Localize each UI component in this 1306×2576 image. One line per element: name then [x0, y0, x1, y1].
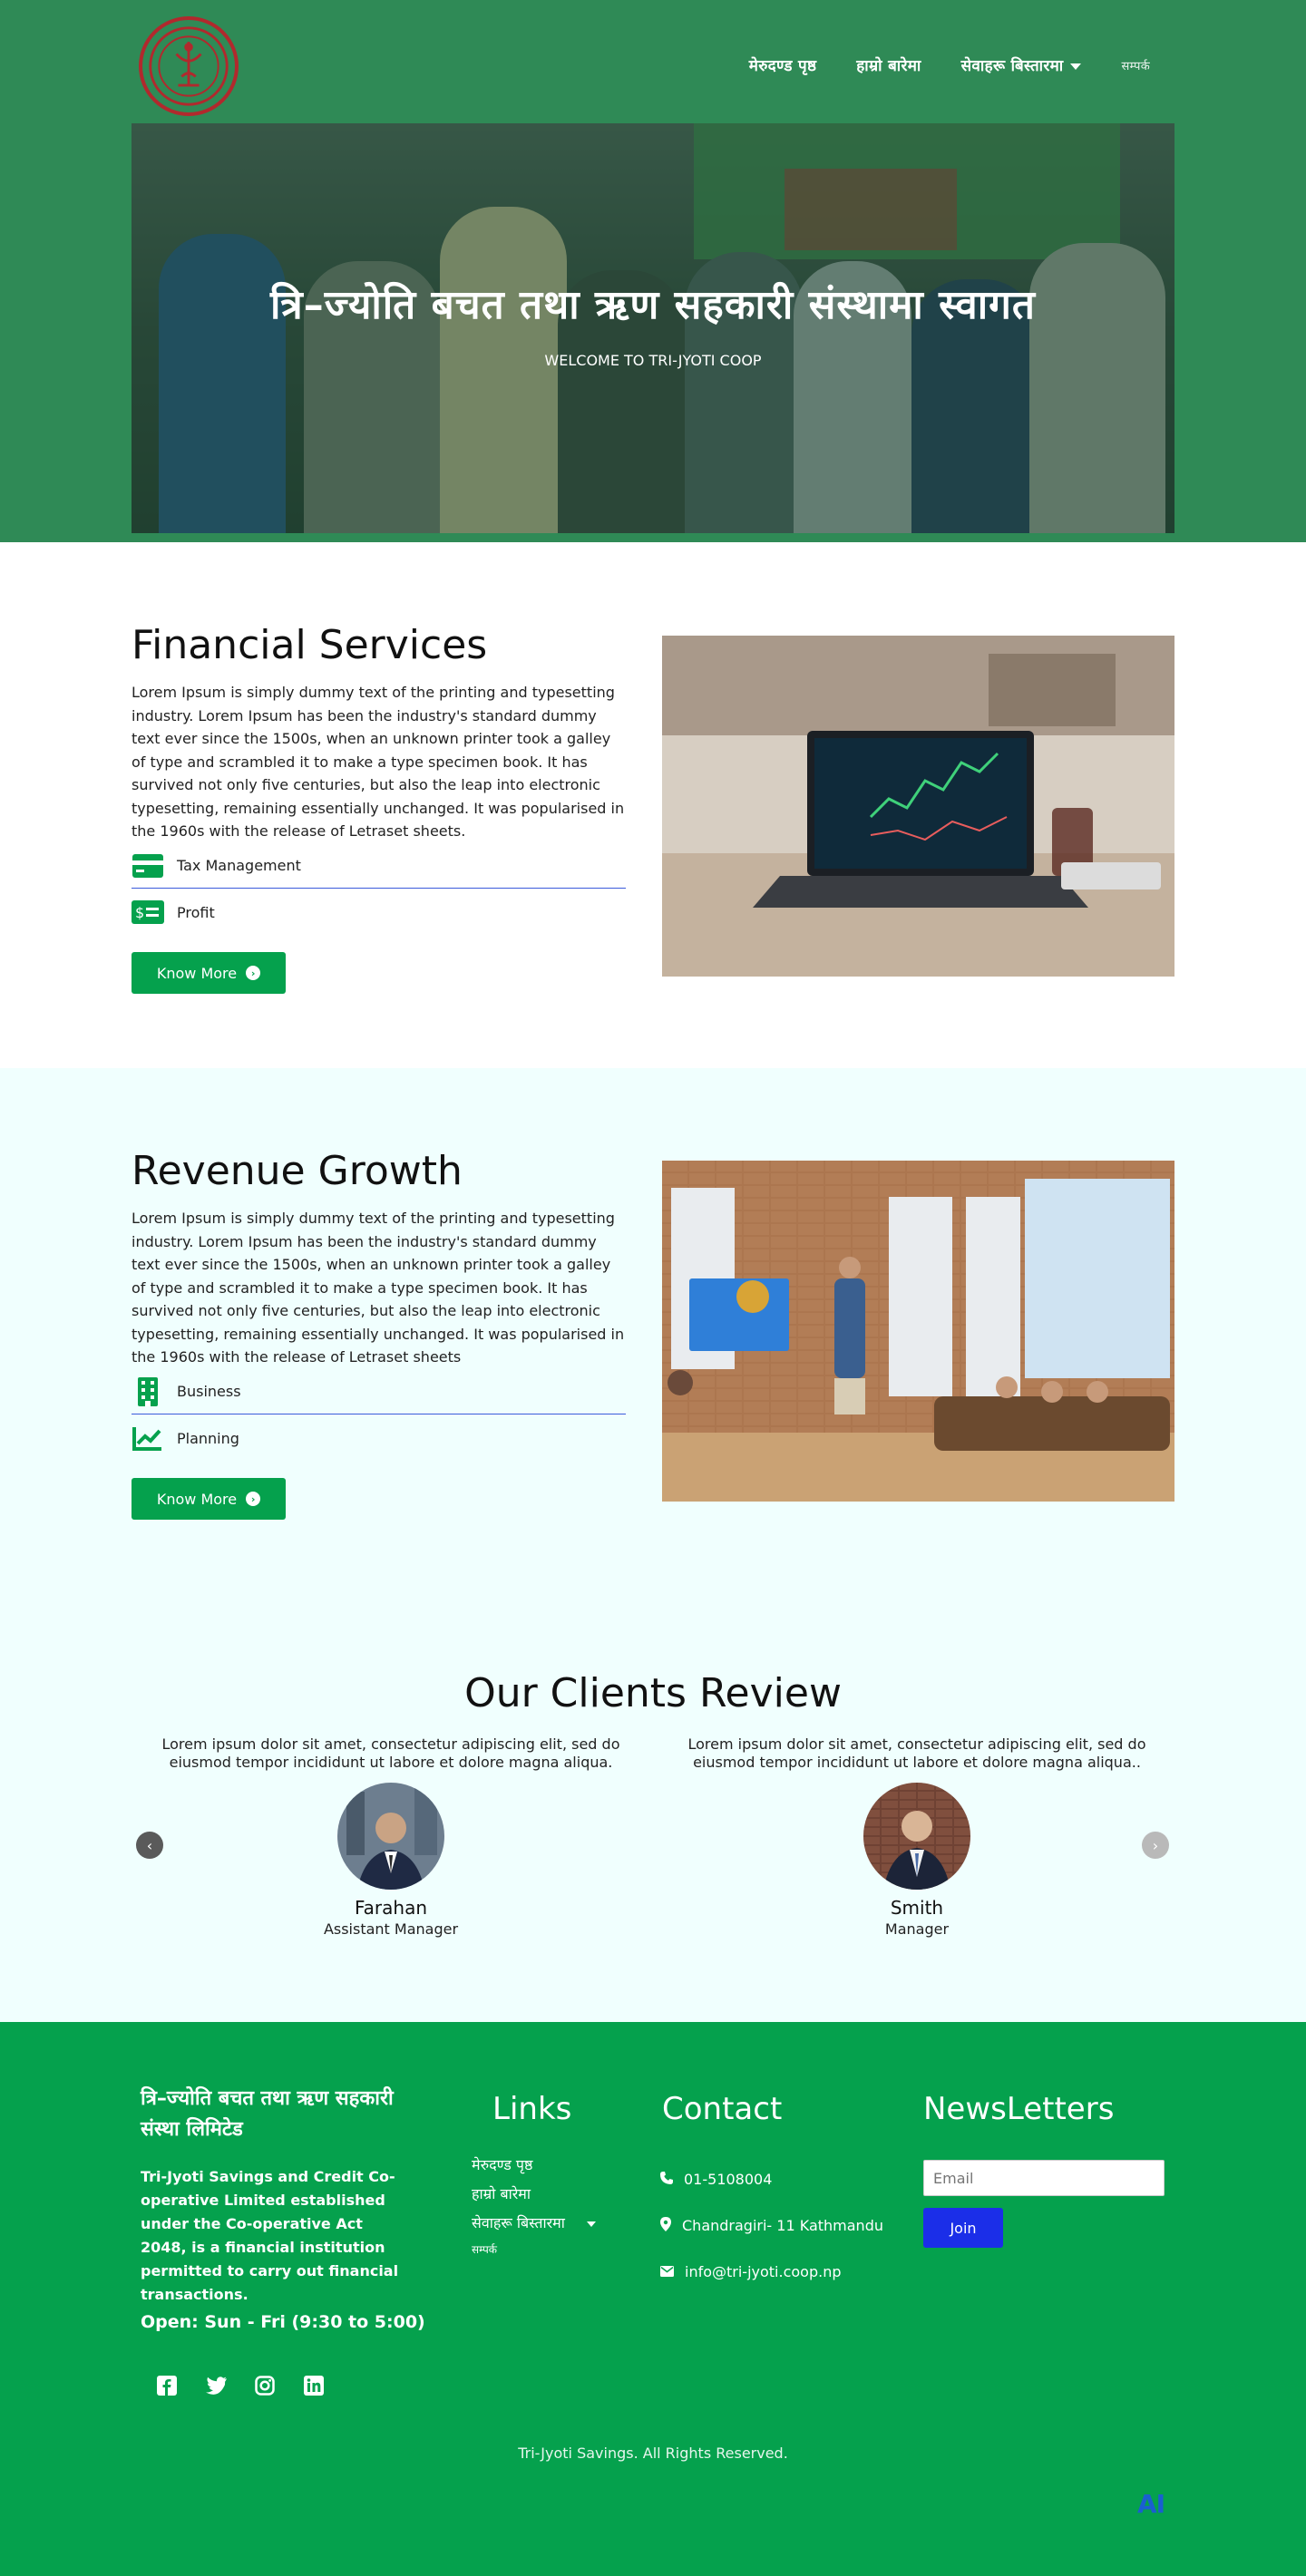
- svg-text:$: $: [135, 904, 144, 921]
- footer-opening-hours: Open: Sun - Fri (9:30 to 5:00): [141, 2312, 425, 2332]
- ai-badge-icon[interactable]: AI: [1137, 2489, 1165, 2519]
- section-text: Lorem Ipsum is simply dummy text of the …: [132, 1210, 625, 1366]
- contact-heading: Contact: [662, 2091, 783, 2127]
- footer: त्रि–ज्योति बचत तथा ऋण सहकारी संस्था लिम…: [0, 2022, 1306, 2576]
- arrow-circle-right-icon: ›: [246, 1492, 261, 1506]
- envelope-icon: [660, 2263, 674, 2280]
- instagram-icon[interactable]: [252, 2373, 278, 2398]
- review-quote: Lorem ipsum dolor sit amet, consectetur …: [687, 1735, 1146, 1771]
- feature-label: Business: [177, 1383, 241, 1400]
- nav-about[interactable]: हाम्रो बारेमा: [856, 54, 921, 75]
- feature-row-profit: $ Profit: [132, 889, 626, 935]
- office-meeting-photo: [662, 1161, 1174, 1502]
- reviewer-name: Smith: [890, 1897, 944, 1919]
- avatar: [863, 1783, 970, 1890]
- feature-label: Tax Management: [177, 857, 301, 874]
- hero-banner: त्रि–ज्योति बचत तथा ऋण सहकारी संस्थामा स…: [132, 123, 1174, 533]
- reviewer-role: Manager: [884, 1920, 950, 1938]
- section-title: Financial Services: [132, 622, 488, 668]
- review-quote: Lorem ipsum dolor sit amet, consectetur …: [161, 1735, 620, 1771]
- contact-phone: 01-5108004: [660, 2156, 883, 2202]
- email-text[interactable]: info@tri-jyoti.coop.np: [685, 2263, 842, 2280]
- arrow-circle-right-icon: ›: [246, 966, 261, 980]
- newsletter-email-input[interactable]: [923, 2160, 1165, 2196]
- phone-number[interactable]: 01-5108004: [684, 2171, 772, 2188]
- chevron-down-icon: [586, 2221, 596, 2227]
- hero-subtitle: WELCOME TO TRI-JYOTI COOP: [544, 352, 762, 369]
- financial-services-section: Financial Services Lorem Ipsum is simply…: [0, 542, 1306, 1068]
- social-links: [154, 2373, 326, 2398]
- nav-services-label: सेवाहरू बिस्तारमा: [960, 57, 1064, 75]
- main-nav: मेरुदण्ड पृष्ठ हाम्रो बारेमा सेवाहरू बिस…: [749, 54, 1150, 75]
- feature-label: Profit: [177, 903, 215, 921]
- footer-link-contact[interactable]: सम्पर्क: [472, 2241, 653, 2270]
- logo-emblem-icon: [149, 26, 229, 106]
- linkedin-icon[interactable]: [301, 2373, 326, 2398]
- button-label: Know More: [156, 964, 238, 982]
- reviews-title: Our Clients Review: [464, 1670, 842, 1716]
- hero-title: त्रि–ज्योति बचत तथा ऋण सहकारी संस्थामा स…: [270, 282, 1036, 328]
- credit-card-icon: [132, 853, 164, 879]
- button-label: Know More: [156, 1490, 238, 1508]
- feature-label: Planning: [177, 1429, 239, 1447]
- laptop-trading-photo: [662, 636, 1174, 977]
- nav-home[interactable]: मेरुदण्ड पृष्ठ: [749, 54, 817, 75]
- know-more-button[interactable]: Know More ›: [132, 952, 286, 994]
- contact-email: info@tri-jyoti.coop.np: [660, 2249, 883, 2295]
- footer-link-services-label: सेवाहरू बिस्तारमा: [472, 2214, 565, 2231]
- chevron-down-icon: [1070, 63, 1082, 70]
- twitter-icon[interactable]: [203, 2373, 229, 2398]
- newsletter-heading: NewsLetters: [923, 2091, 1115, 2127]
- chart-line-icon: [132, 1425, 164, 1451]
- contact-address: Chandragiri- 11 Kathmandu: [660, 2202, 883, 2249]
- logo[interactable]: [139, 16, 239, 116]
- avatar: [337, 1783, 444, 1890]
- section-text: Lorem Ipsum is simply dummy text of the …: [132, 684, 625, 840]
- feature-row-planning: Planning: [132, 1415, 626, 1461]
- facebook-icon[interactable]: [154, 2373, 180, 2398]
- nav-contact[interactable]: सम्पर्क: [1121, 57, 1150, 73]
- reviewer-role: Assistant Manager: [323, 1920, 459, 1938]
- links-heading: Links: [492, 2091, 572, 2127]
- footer-description: Tri-Jyoti Savings and Credit Co-operativ…: [141, 2168, 399, 2303]
- nav-services[interactable]: सेवाहरू बिस्तारमा: [961, 54, 1082, 75]
- money-bill-icon: $: [132, 899, 164, 925]
- copyright-text: Tri-Jyoti Savings. All Rights Reserved.: [518, 2445, 788, 2462]
- review-card: Lorem ipsum dolor sit amet, consectetur …: [137, 1735, 645, 1938]
- address-text: Chandragiri- 11 Kathmandu: [682, 2217, 883, 2234]
- phone-icon: [660, 2171, 673, 2188]
- header-hero: मेरुदण्ड पृष्ठ हाम्रो बारेमा सेवाहरू बिस…: [0, 0, 1306, 542]
- footer-link-home[interactable]: मेरुदण्ड पृष्ठ: [472, 2154, 653, 2183]
- know-more-button[interactable]: Know More ›: [132, 1478, 286, 1520]
- feature-row-tax: Tax Management: [132, 843, 626, 889]
- footer-links: मेरुदण्ड पृष्ठ हाम्रो बारेमा सेवाहरू बिस…: [472, 2154, 653, 2270]
- join-button[interactable]: Join: [923, 2208, 1003, 2248]
- section-title: Revenue Growth: [132, 1148, 463, 1194]
- footer-link-about[interactable]: हाम्रो बारेमा: [472, 2183, 653, 2212]
- review-card: Lorem ipsum dolor sit amet, consectetur …: [663, 1735, 1171, 1938]
- map-marker-icon: [660, 2216, 671, 2235]
- reviewer-name: Farahan: [354, 1897, 427, 1919]
- footer-brand: त्रि–ज्योति बचत तथा ऋण सहकारी संस्था लिम…: [141, 2087, 394, 2141]
- contact-info: 01-5108004 Chandragiri- 11 Kathmandu inf…: [660, 2156, 883, 2295]
- feature-row-business: Business: [132, 1369, 626, 1414]
- building-icon: [132, 1376, 164, 1406]
- footer-link-services[interactable]: सेवाहरू बिस्तारमा: [472, 2212, 653, 2241]
